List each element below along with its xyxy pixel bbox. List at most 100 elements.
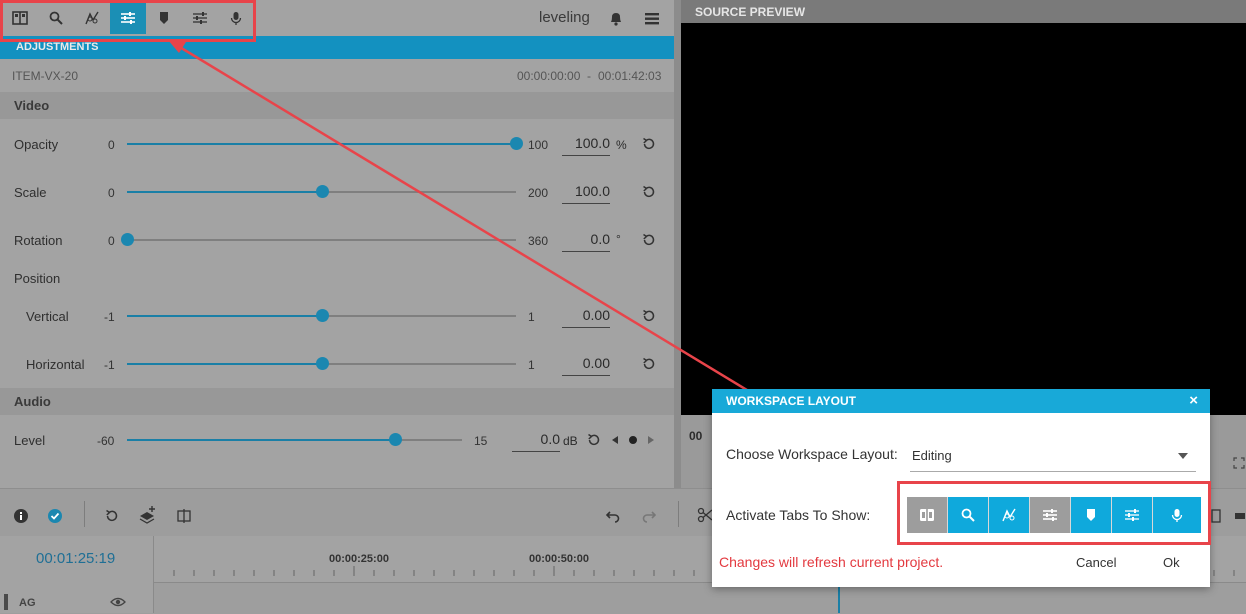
refresh-icon[interactable]: [104, 508, 120, 524]
rotation-value-input[interactable]: 0.0: [562, 231, 610, 252]
toolbar-icon-partial-2[interactable]: [1234, 508, 1246, 524]
horizontal-max: 1: [528, 358, 535, 372]
rotation-slider-knob[interactable]: [121, 233, 134, 246]
dialog-header: WORKSPACE LAYOUT ×: [712, 389, 1210, 413]
scale-value-input[interactable]: 100.0: [562, 183, 610, 204]
level-unit: dB: [563, 434, 578, 448]
bell-icon[interactable]: [598, 2, 634, 34]
scale-slider[interactable]: [127, 185, 516, 198]
split-icon[interactable]: [176, 508, 192, 524]
add-layer-icon[interactable]: [138, 504, 158, 524]
vertical-value-input[interactable]: 0.00: [562, 307, 610, 328]
vertical-slider[interactable]: [127, 309, 516, 322]
menu-icon[interactable]: [634, 2, 670, 34]
track-drag-handle[interactable]: [4, 594, 8, 610]
scale-min: 0: [108, 186, 115, 200]
level-reset-icon[interactable]: [586, 432, 602, 448]
vertical-reset-icon[interactable]: [641, 308, 657, 324]
preview-timecode: 00: [689, 429, 703, 443]
vertical-slider-knob[interactable]: [315, 309, 329, 322]
scale-max: 200: [528, 186, 549, 200]
audio-section-header[interactable]: Audio: [0, 388, 674, 415]
dialog-title: WORKSPACE LAYOUT: [726, 394, 857, 408]
opacity-slider[interactable]: [127, 137, 523, 150]
rotation-slider[interactable]: [121, 233, 516, 246]
vertical-label: Vertical: [26, 309, 69, 324]
end-time: 00:01:42:03: [598, 69, 662, 83]
scale-reset-icon[interactable]: [641, 184, 657, 200]
adjustments-title: ADJUSTMENTS: [16, 41, 99, 53]
horizontal-value-input[interactable]: 0.00: [562, 355, 610, 376]
redo-icon[interactable]: [641, 508, 657, 524]
track-name: AG: [19, 597, 36, 609]
eye-icon[interactable]: [110, 596, 126, 608]
ok-button[interactable]: Ok: [1163, 555, 1180, 570]
rotation-max: 360: [528, 234, 549, 248]
level-min: -60: [97, 434, 115, 448]
rotation-min: 0: [108, 234, 115, 248]
panel-splitter[interactable]: [674, 0, 681, 488]
preview-header: SOURCE PREVIEW: [681, 0, 1246, 23]
check-icon[interactable]: [47, 508, 63, 524]
video-section-header[interactable]: Video: [0, 92, 674, 119]
rotation-reset-icon[interactable]: [641, 232, 657, 248]
current-timecode[interactable]: 00:01:25:19: [36, 550, 115, 567]
vertical-max: 1: [528, 310, 535, 324]
horizontal-slider[interactable]: [127, 357, 516, 370]
track-header: AG: [0, 582, 154, 613]
opacity-min: 0: [108, 138, 115, 152]
layout-select[interactable]: Editing: [910, 441, 1196, 472]
toolbar-icon-partial[interactable]: [1211, 508, 1221, 524]
time-separator: -: [587, 69, 591, 83]
keyframe-icon[interactable]: [628, 435, 638, 445]
item-name: ITEM-VX-20: [12, 69, 79, 83]
level-label: Level: [14, 433, 46, 448]
project-name: leveling: [539, 9, 590, 26]
scale-slider-knob[interactable]: [315, 185, 329, 198]
opacity-label: Opacity: [14, 137, 59, 152]
horizontal-label: Horizontal: [26, 357, 85, 372]
video-section-label: Video: [14, 98, 50, 113]
refresh-warning: Changes will refresh current project.: [719, 554, 944, 570]
horizontal-slider-knob[interactable]: [315, 357, 329, 370]
chevron-down-icon: [1178, 453, 1188, 459]
rotation-label: Rotation: [14, 233, 63, 248]
toolbar-divider: [678, 501, 679, 527]
scale-label: Scale: [14, 185, 47, 200]
tabs-label: Activate Tabs To Show:: [726, 507, 871, 523]
opacity-unit: %: [616, 138, 627, 152]
prev-keyframe-icon[interactable]: [610, 435, 620, 445]
opacity-max: 100: [528, 138, 549, 152]
ruler-label-1: 00:00:25:00: [329, 553, 389, 565]
close-icon[interactable]: ×: [1189, 392, 1198, 409]
toolbar-divider: [84, 501, 85, 527]
highlight-toolbar-box: [0, 0, 256, 42]
horizontal-min: -1: [104, 358, 115, 372]
preview-screen[interactable]: [681, 23, 1246, 415]
vertical-min: -1: [104, 310, 115, 324]
opacity-value-input[interactable]: 100.0: [562, 135, 610, 156]
audio-section-label: Audio: [14, 394, 51, 409]
preview-title: SOURCE PREVIEW: [695, 5, 806, 19]
layout-select-value: Editing: [912, 448, 952, 463]
item-info-row: ITEM-VX-20 00:00:00:00 - 00:01:42:03: [0, 59, 674, 92]
start-time: 00:00:00:00: [517, 69, 581, 83]
layout-label: Choose Workspace Layout:: [726, 446, 898, 462]
level-slider[interactable]: [127, 433, 462, 446]
fullscreen-icon[interactable]: [1233, 457, 1245, 469]
opacity-reset-icon[interactable]: [641, 136, 657, 152]
info-icon[interactable]: [13, 508, 29, 524]
highlight-tabs-box: [897, 481, 1211, 545]
ruler-label-2: 00:00:50:00: [529, 553, 589, 565]
next-keyframe-icon[interactable]: [646, 435, 656, 445]
position-label: Position: [14, 271, 61, 286]
horizontal-reset-icon[interactable]: [641, 356, 657, 372]
cancel-button[interactable]: Cancel: [1076, 555, 1116, 570]
rotation-unit: °: [616, 232, 621, 246]
opacity-slider-knob[interactable]: [510, 137, 523, 150]
undo-icon[interactable]: [605, 508, 621, 524]
scissors-icon[interactable]: [697, 507, 713, 523]
timecode-area: 00:01:25:19: [0, 536, 154, 582]
level-slider-knob[interactable]: [389, 433, 402, 446]
level-value-input[interactable]: 0.0: [512, 431, 560, 452]
